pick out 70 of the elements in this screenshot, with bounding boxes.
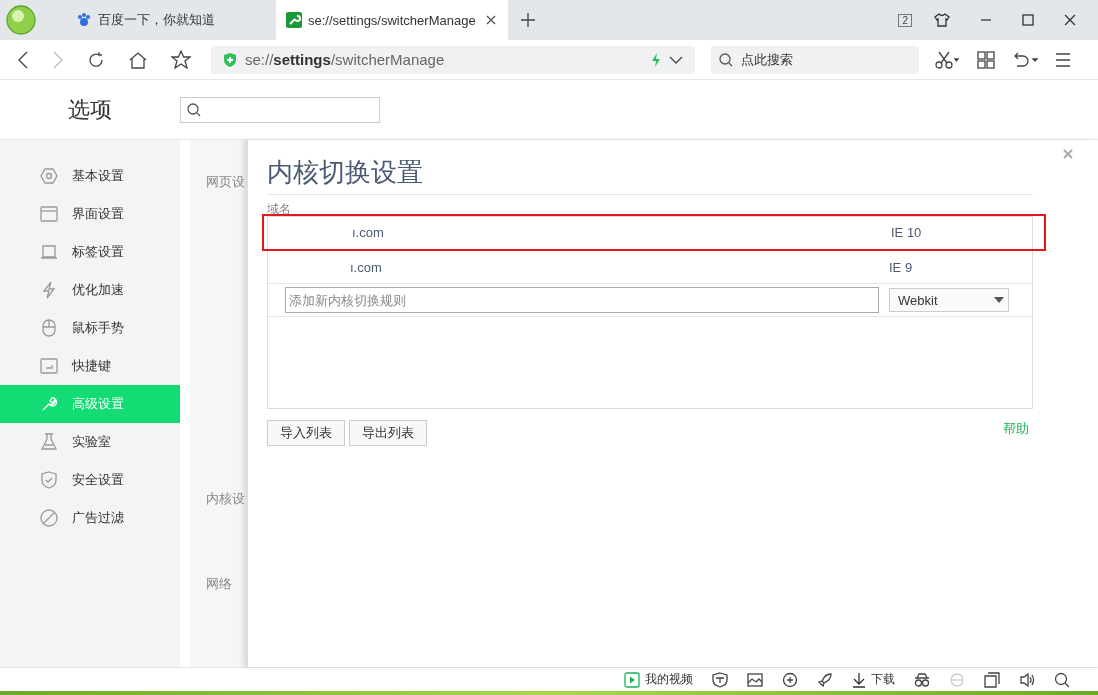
- table-cell-text: ı.com: [352, 225, 385, 240]
- forward-icon: [52, 50, 64, 69]
- sidebar-item[interactable]: 基本设置: [0, 157, 180, 195]
- block-icon: [40, 509, 58, 527]
- window-icon[interactable]: [984, 671, 1000, 688]
- rocket-icon[interactable]: [817, 671, 833, 688]
- engine-dropdown[interactable]: Webkit: [889, 288, 1009, 312]
- lightning-icon: [40, 281, 58, 299]
- search-field[interactable]: 点此搜索: [711, 45, 919, 74]
- input-field[interactable]: 添加新内核切换规则: [285, 287, 879, 313]
- dialog-title: 内核切换设置: [267, 155, 1033, 195]
- tab-count-badge[interactable]: 2: [898, 13, 912, 27]
- new-tab-icon[interactable]: [520, 12, 536, 28]
- scissors-icon[interactable]: [935, 50, 961, 69]
- keyboard-key-icon: [40, 357, 58, 375]
- grid-icon[interactable]: [977, 50, 995, 69]
- shield-icon[interactable]: [712, 671, 728, 688]
- video-button[interactable]: 我的视频: [624, 671, 693, 688]
- caret-icon: [994, 297, 1004, 303]
- table-cell: IE 10: [891, 225, 922, 240]
- page-title: 选项: [67, 95, 113, 124]
- table-cell: IE 9: [889, 259, 913, 275]
- download-button[interactable]: 下载: [852, 671, 895, 688]
- tab-icon: [40, 243, 58, 261]
- sidebar-item[interactable]: 鼠标手势: [0, 309, 180, 347]
- speaker-icon[interactable]: [1019, 671, 1035, 688]
- play-icon: [624, 671, 640, 688]
- window-icon: [40, 205, 58, 223]
- section-label: 网页设: [206, 173, 245, 191]
- image-icon[interactable]: [747, 671, 763, 688]
- menu-icon[interactable]: [1055, 52, 1071, 67]
- sidebar-item[interactable]: 快捷键: [0, 347, 180, 385]
- maximize-icon[interactable]: [1022, 14, 1034, 26]
- search-icon: [719, 52, 733, 67]
- close-icon[interactable]: [486, 15, 496, 25]
- star-icon[interactable]: [171, 50, 191, 69]
- search-field[interactable]: [180, 96, 380, 123]
- browser-tab[interactable]: 百度一下，你就知道: [54, 0, 276, 40]
- close-icon[interactable]: [1064, 14, 1076, 26]
- wrench-icon: [40, 395, 58, 413]
- sidebar-item[interactable]: 实验室: [0, 423, 180, 461]
- home-icon[interactable]: [128, 50, 148, 69]
- mouse-icon: [40, 319, 58, 337]
- wrench-icon: [286, 12, 302, 28]
- search-icon: [187, 102, 201, 117]
- shield-icon: [223, 51, 237, 68]
- list-button[interactable]: 导出列表: [349, 420, 427, 446]
- column-label: 域名: [267, 202, 292, 216]
- back-icon[interactable]: [17, 50, 29, 69]
- paw-icon: [76, 12, 92, 28]
- sidebar-item[interactable]: 界面设置: [0, 195, 180, 233]
- browser-tab[interactable]: se://settings/switcherManage: [276, 0, 508, 40]
- address-bar[interactable]: se://settings/switcherManage: [211, 45, 695, 74]
- table-cell-text: ı.com: [350, 259, 383, 275]
- sidebar-item[interactable]: 安全设置: [0, 461, 180, 499]
- sidebar-item[interactable]: 广告过滤: [0, 499, 180, 537]
- glasses-icon[interactable]: [914, 671, 930, 688]
- sidebar-item[interactable]: 标签设置: [0, 233, 180, 271]
- list-button[interactable]: 导入列表: [267, 420, 345, 446]
- flask-icon: [40, 433, 58, 451]
- hexagon-icon: [40, 167, 58, 185]
- download-icon: [852, 671, 866, 688]
- section-label: 网络: [206, 575, 232, 593]
- section-label: 内核设: [206, 490, 245, 508]
- search-icon[interactable]: [1054, 671, 1070, 688]
- sidebar-item[interactable]: 优化加速: [0, 271, 180, 309]
- shield-icon: [40, 471, 58, 489]
- shirt-icon[interactable]: [934, 12, 950, 28]
- reload-icon[interactable]: [87, 50, 105, 69]
- chevron-down-icon[interactable]: [669, 55, 683, 64]
